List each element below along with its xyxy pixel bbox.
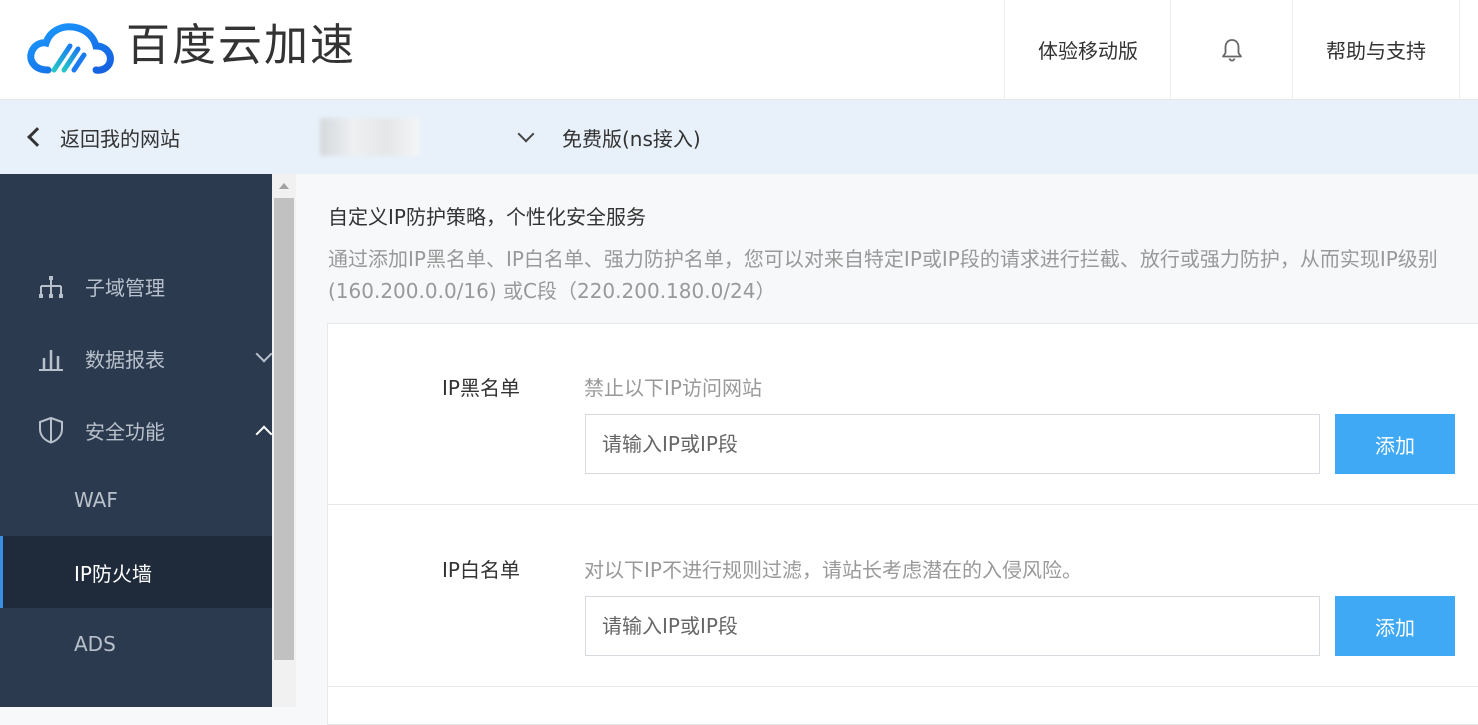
ip-lists-card: IP黑名单 禁止以下IP访问网站 添加 IP白名单 对以下IP不进行规则过滤，请… <box>327 323 1478 725</box>
help-support-link[interactable]: 帮助与支持 <box>1292 0 1460 99</box>
description-line: 通过添加IP黑名单、IP白名单、强力防护名单，您可以对来自特定IP或IP段的请求… <box>328 247 1438 271</box>
whitelist-hint: 对以下IP不进行规则过滤，请站长考虑潜在的入侵风险。 <box>584 558 1082 582</box>
sidebar-item-label: 数据报表 <box>85 347 165 372</box>
scroll-up-arrow-icon[interactable] <box>279 183 289 189</box>
divider <box>328 504 1478 505</box>
sidebar-subitem-ads[interactable]: ADS <box>0 608 272 680</box>
blacklist-add-button[interactable]: 添加 <box>1335 414 1455 474</box>
blacklist-ip-input[interactable] <box>585 414 1320 474</box>
sitemap-icon <box>38 272 64 300</box>
top-header: 百度云加速 体验移动版 帮助与支持 <box>0 0 1478 100</box>
divider <box>328 686 1478 687</box>
notifications-button[interactable] <box>1170 0 1293 99</box>
baidu-cloud-logo-icon[interactable] <box>26 18 116 78</box>
mobile-version-link[interactable]: 体验移动版 <box>1004 0 1171 99</box>
sidebar-item-label: 子域管理 <box>85 275 165 300</box>
whitelist-ip-input[interactable] <box>585 596 1320 656</box>
sidebar: 子域管理 数据报表 安全功能 WAF IP防火墙 ADS <box>0 174 273 707</box>
section-description: 通过添加IP黑名单、IP白名单、强力防护名单，您可以对来自特定IP或IP段的请求… <box>328 243 1478 307</box>
sidebar-item-label: 安全功能 <box>85 419 165 444</box>
back-to-my-sites-link[interactable]: 返回我的网站 <box>24 100 180 174</box>
sidebar-subitem-ip-firewall[interactable]: IP防火墙 <box>0 536 272 608</box>
bar-chart-icon <box>38 344 64 372</box>
whitelist-add-button[interactable]: 添加 <box>1335 596 1455 656</box>
description-line: (160.200.0.0/16) 或C段（220.200.180.0/24） <box>328 279 776 303</box>
blacklist-title: IP黑名单 <box>442 376 520 400</box>
sidebar-item-security[interactable]: 安全功能 <box>0 394 273 466</box>
site-name-blurred <box>320 118 420 156</box>
blacklist-hint: 禁止以下IP访问网站 <box>584 376 762 400</box>
sidebar-item-reports[interactable]: 数据报表 <box>0 322 273 394</box>
site-bar <box>0 100 1478 174</box>
sidebar-item-subdomain[interactable]: 子域管理 <box>0 250 272 322</box>
bell-icon <box>1221 38 1243 62</box>
shield-icon <box>38 416 64 444</box>
section-title: 自定义IP防护策略，个性化安全服务 <box>328 205 646 229</box>
chevron-up-icon <box>255 425 273 443</box>
sidebar-subitem-label: IP防火墙 <box>74 561 152 586</box>
chevron-down-icon <box>255 345 273 363</box>
whitelist-title: IP白名单 <box>442 558 520 582</box>
brand-name: 百度云加速 <box>126 20 356 71</box>
sidebar-subitem-waf[interactable]: WAF <box>0 464 272 536</box>
chevron-left-icon <box>27 127 47 147</box>
scrollbar-thumb[interactable] <box>274 198 294 660</box>
sidebar-subitem-label: ADS <box>74 632 116 656</box>
back-label: 返回我的网站 <box>60 126 180 151</box>
sidebar-subitem-label: WAF <box>74 488 118 512</box>
plan-label: 免费版(ns接入) <box>562 126 701 151</box>
sidebar-scrollbar[interactable] <box>272 174 296 707</box>
